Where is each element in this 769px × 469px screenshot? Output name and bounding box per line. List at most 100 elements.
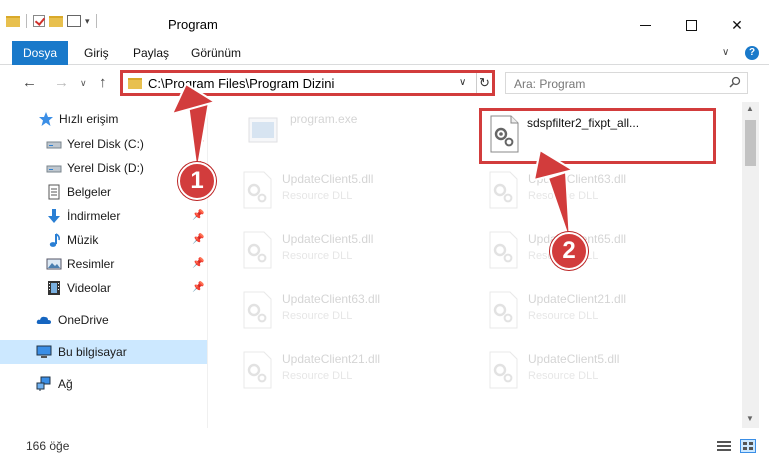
gear-file-icon (243, 291, 272, 329)
navigation-pane: Hızlı erişim Yerel Disk (C:) 📌 Yerel Dis… (0, 102, 208, 428)
customize-toolbar-icon[interactable]: ▾ (85, 16, 90, 27)
search-box[interactable]: Ara: Program (505, 72, 748, 94)
folder-icon[interactable] (6, 15, 20, 27)
gear-file-icon (489, 291, 518, 329)
sidebar-item-music[interactable]: Müzik 📌 (0, 228, 208, 252)
close-button[interactable]: ✕ (714, 10, 760, 40)
details-view-icon[interactable] (716, 439, 732, 453)
network-icon (36, 376, 51, 391)
sidebar-item-label: Bu bilgisayar (58, 345, 127, 359)
forward-arrow-icon[interactable]: → (54, 74, 69, 91)
file-name: UpdateClient21.dll (282, 352, 381, 366)
tab-file[interactable]: Dosya (12, 41, 68, 65)
toolbar-separator (95, 14, 97, 28)
sidebar-item-local-disk-d[interactable]: Yerel Disk (D:) 📌 (0, 156, 208, 180)
status-bar: 166 öğe (0, 430, 769, 469)
sidebar-item-label: Müzik (67, 233, 99, 247)
file-name: UpdateClient63.dll (528, 172, 627, 186)
tab-home[interactable]: Giriş (84, 41, 109, 65)
sidebar-item-label: Resimler (67, 257, 115, 271)
sidebar-item-label: Hızlı erişim (59, 112, 119, 126)
scroll-down-icon[interactable]: ▼ (746, 414, 754, 423)
large-icons-view-icon[interactable] (740, 439, 756, 453)
scroll-thumb[interactable] (745, 120, 756, 166)
vertical-scrollbar[interactable]: ▲ ▼ (742, 102, 759, 428)
expand-ribbon-icon[interactable]: ∨ (722, 47, 729, 58)
toolbar-separator (26, 14, 27, 28)
navigation-bar: ← → ∨ ↑ C:\Program Files\Program Dizini … (0, 66, 769, 100)
video-icon (48, 281, 60, 295)
sidebar-item-pictures[interactable]: Resimler 📌 (0, 252, 208, 276)
properties-icon[interactable] (67, 15, 81, 27)
address-path[interactable]: C:\Program Files\Program Dizini (148, 76, 334, 91)
file-type: Resource DLL (528, 310, 599, 322)
folder-icon (128, 78, 142, 89)
file-name: UpdateClient5.dll (528, 352, 620, 366)
list-item[interactable]: UpdateClient65.dll Resource DLL (478, 224, 718, 276)
list-item[interactable]: UpdateClient5.dll Resource DLL (232, 224, 472, 276)
window-title: Program (168, 17, 218, 32)
sidebar-item-local-disk-c[interactable]: Yerel Disk (C:) 📌 (0, 132, 208, 156)
tab-share[interactable]: Paylaş (133, 41, 169, 65)
gear-file-icon (489, 171, 518, 209)
sidebar-item-downloads[interactable]: İndirmeler 📌 (0, 204, 208, 228)
file-name: program.exe (290, 112, 358, 126)
file-name: UpdateClient5.dll (282, 232, 374, 246)
list-item[interactable]: UpdateClient5.dll Resource DLL (232, 164, 472, 216)
sidebar-item-this-pc[interactable]: Bu bilgisayar (0, 340, 208, 364)
highlight-box (479, 108, 716, 164)
pin-icon[interactable]: 📌 (192, 210, 204, 221)
minimize-button[interactable] (622, 10, 668, 40)
address-bar[interactable]: C:\Program Files\Program Dizini ∨ ↻ (120, 70, 495, 96)
document-icon (48, 184, 60, 200)
title-bar: ▾ Program ✕ (0, 0, 769, 41)
download-icon (48, 209, 60, 223)
sidebar-item-documents[interactable]: Belgeler 📌 (0, 180, 208, 204)
pin-icon[interactable]: 📌 (192, 234, 204, 245)
pin-icon[interactable]: 📌 (192, 258, 204, 269)
search-placeholder: Ara: Program (514, 77, 586, 91)
refresh-icon[interactable]: ↻ (476, 73, 492, 93)
gear-file-icon (489, 351, 518, 389)
sidebar-item-label: İndirmeler (67, 209, 121, 223)
file-name: UpdateClient5.dll (282, 172, 374, 186)
file-type: Resource DLL (282, 250, 353, 262)
scroll-up-icon[interactable]: ▲ (746, 104, 754, 113)
gear-file-icon (243, 231, 272, 269)
properties-check-icon[interactable] (33, 15, 45, 27)
list-item[interactable]: program.exe (238, 104, 478, 156)
list-item[interactable]: UpdateClient63.dll Resource DLL (478, 164, 718, 216)
list-item[interactable]: UpdateClient21.dll Resource DLL (232, 344, 472, 396)
cloud-icon (36, 316, 51, 324)
music-icon (49, 233, 60, 247)
gear-file-icon (489, 231, 518, 269)
pin-icon[interactable]: 📌 (192, 282, 204, 293)
back-arrow-icon[interactable]: ← (22, 74, 37, 91)
up-arrow-icon[interactable]: ↑ (99, 74, 107, 91)
pin-icon[interactable]: 📌 (192, 138, 204, 149)
quick-access-toolbar: ▾ (6, 14, 99, 28)
sidebar-item-onedrive[interactable]: OneDrive (0, 308, 208, 332)
sidebar-item-network[interactable]: Ağ (0, 372, 208, 396)
file-type: Resource DLL (282, 310, 353, 322)
item-count: 166 öğe (26, 439, 70, 453)
sidebar-item-label: Ağ (58, 377, 73, 391)
exe-file-icon (248, 117, 278, 143)
recent-locations-icon[interactable]: ∨ (80, 78, 87, 89)
maximize-button[interactable] (668, 10, 714, 40)
list-item[interactable]: UpdateClient63.dll Resource DLL (232, 284, 472, 336)
tab-view[interactable]: Görünüm (191, 41, 241, 65)
sidebar-item-videos[interactable]: Videolar 📌 (0, 276, 208, 300)
address-history-chevron-icon[interactable]: ∨ (459, 77, 466, 88)
maximize-icon (685, 19, 697, 31)
new-folder-icon[interactable] (49, 15, 63, 27)
file-type: Resource DLL (528, 370, 599, 382)
list-item[interactable]: UpdateClient21.dll Resource DLL (478, 284, 718, 336)
sidebar-item-quick-access[interactable]: Hızlı erişim (0, 107, 208, 131)
file-type: Resource DLL (282, 190, 353, 202)
callout-badge-2: 2 (550, 232, 588, 270)
sidebar-item-label: Yerel Disk (D:) (67, 161, 144, 175)
file-type: Resource DLL (282, 370, 353, 382)
list-item[interactable]: UpdateClient5.dll Resource DLL (478, 344, 718, 396)
help-icon[interactable]: ? (745, 46, 759, 60)
